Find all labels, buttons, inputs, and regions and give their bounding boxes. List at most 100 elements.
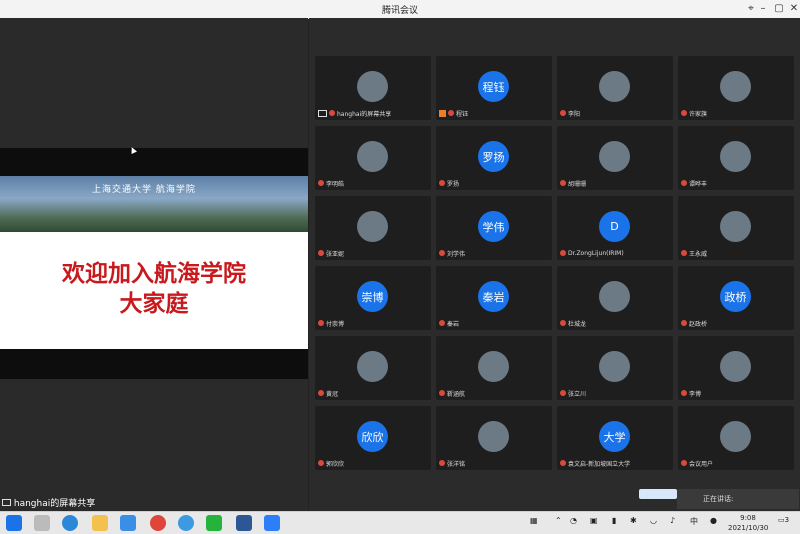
start-icon[interactable] — [6, 515, 22, 531]
participant-name-row: 李阳 — [560, 108, 580, 118]
participant-name: 程钰 — [456, 110, 469, 118]
feishu-icon[interactable] — [120, 515, 136, 531]
battery-icon[interactable]: ▮ — [612, 516, 616, 525]
participant-tile[interactable]: D Dr.ZongLijun(IRIM) — [557, 196, 673, 260]
wechat-icon[interactable] — [206, 515, 222, 531]
slide-heading-line1: 欢迎加入航海学院 — [62, 261, 246, 287]
participant-tile[interactable]: 秦岩 秦岩 — [436, 266, 552, 330]
participant-name-row: 靳涵航 — [439, 388, 465, 398]
mic-muted-icon — [318, 250, 324, 256]
participant-name-row: hanghai的屏幕共享 — [318, 108, 391, 118]
participant-tile[interactable]: 张立川 — [557, 336, 673, 400]
participant-tile[interactable]: 李阳 — [557, 56, 673, 120]
meeting-tray-icon[interactable]: ▣ — [590, 516, 598, 525]
wifi-icon[interactable]: ◔ — [570, 516, 577, 525]
participant-avatar — [720, 351, 751, 382]
tray-chevron-icon[interactable]: ⌃ — [555, 516, 562, 525]
participant-tile[interactable]: 罗扬 罗扬 — [436, 126, 552, 190]
participant-name: 郭欣欣 — [326, 460, 345, 468]
participant-name: 秦岩 — [447, 320, 460, 328]
participant-name: Dr.ZongLijun(IRIM) — [568, 249, 624, 257]
mic-muted-icon — [439, 390, 445, 396]
participant-avatar — [599, 351, 630, 382]
participant-name: 李阳 — [568, 110, 581, 118]
participant-name: 张洋铭 — [447, 460, 466, 468]
participant-name-row: 黄冠 — [318, 388, 338, 398]
participant-name-row: 会议用户 — [681, 458, 713, 468]
title-bar: 腾讯会议 ⌖ – ▢ ✕ — [0, 0, 800, 19]
participant-name: 许家旗 — [689, 110, 708, 118]
participant-tile[interactable]: 会议用户 — [678, 406, 794, 470]
participant-name: 张立川 — [568, 390, 587, 398]
participant-name-row: 杜城龙 — [560, 318, 586, 328]
lang-icon[interactable]: 中 — [690, 516, 698, 527]
participant-tile[interactable]: 李明皓 — [315, 126, 431, 190]
screen-share-icon — [318, 109, 327, 117]
participant-tile[interactable]: 程钰 程钰 — [436, 56, 552, 120]
participant-avatar-text: 罗扬 — [478, 141, 509, 172]
participant-tile[interactable]: 学伟刘学伟 — [436, 196, 552, 260]
mic-muted-icon — [681, 250, 687, 256]
participant-tile[interactable]: 杜城龙 — [557, 266, 673, 330]
participant-tile[interactable]: 黄冠 — [315, 336, 431, 400]
volume-icon[interactable]: ♪ — [670, 516, 675, 525]
clock-date: 2021/10/30 — [728, 524, 769, 532]
participant-name-row: 赵政桥 — [681, 318, 707, 328]
participant-name: 黄冠 — [326, 390, 339, 398]
mic-muted-icon — [681, 390, 687, 396]
participant-name-row: 李博 — [681, 388, 701, 398]
clock[interactable]: 9:08 2021/10/30 — [728, 513, 768, 533]
sharer-label: hanghai的屏幕共享 — [2, 496, 95, 509]
participant-name-row: 程钰 — [439, 108, 468, 118]
participant-tile[interactable]: 张洋铭 — [436, 406, 552, 470]
mic-muted-icon — [560, 460, 566, 466]
participant-tile[interactable]: 张亚妮 — [315, 196, 431, 260]
share-background-top — [0, 18, 308, 148]
participant-avatar-text: 程钰 — [478, 71, 509, 102]
participant-tile[interactable]: 王永威 — [678, 196, 794, 260]
participant-avatar — [478, 421, 509, 452]
mic-muted-icon — [318, 390, 324, 396]
word-icon[interactable] — [236, 515, 252, 531]
participant-avatar — [478, 351, 509, 382]
edge-icon[interactable] — [62, 515, 78, 531]
close-button[interactable]: ✕ — [785, 1, 800, 17]
participant-tile[interactable]: 胡珊珊 — [557, 126, 673, 190]
participant-avatar — [599, 281, 630, 312]
participant-tile[interactable]: 谭晔丰 — [678, 126, 794, 190]
tencent-meeting-icon[interactable] — [264, 515, 280, 531]
screen-share-icon — [2, 499, 11, 506]
keyboard-icon[interactable]: ▦ — [530, 516, 538, 525]
participant-name: 杜城龙 — [568, 320, 587, 328]
participant-name-row: 刘学伟 — [439, 248, 465, 258]
participant-avatar — [720, 421, 751, 452]
file-explorer-icon[interactable] — [92, 515, 108, 531]
qq-icon[interactable] — [178, 515, 194, 531]
participant-name-row: 罗扬 — [439, 178, 459, 188]
mic-muted-icon — [560, 390, 566, 396]
mic-muted-icon — [439, 460, 445, 466]
participant-tile[interactable]: 崇博 付崇博 — [315, 266, 431, 330]
participant-name: 张亚妮 — [326, 250, 345, 258]
participant-avatar — [599, 71, 630, 102]
mini-toolbar[interactable] — [639, 489, 677, 499]
participant-avatar-text: 学伟 — [478, 211, 509, 242]
notification-icon[interactable]: ▭3 — [778, 516, 789, 524]
participant-tile[interactable]: 许家旗 — [678, 56, 794, 120]
participant-avatar-text: 崇博 — [357, 281, 388, 312]
network-icon[interactable]: ◡ — [650, 516, 657, 525]
mic-muted-icon — [439, 180, 445, 186]
participant-tile[interactable]: 政桥 赵政桥 — [678, 266, 794, 330]
share-letterbox-top — [0, 148, 308, 176]
participant-tile[interactable]: 靳涵航 — [436, 336, 552, 400]
task-view-icon[interactable] — [34, 515, 50, 531]
qq-tray-icon[interactable]: ● — [710, 516, 717, 525]
mic-muted-icon — [318, 320, 324, 326]
chrome-icon[interactable] — [150, 515, 166, 531]
participant-tile[interactable]: 李博 — [678, 336, 794, 400]
bluetooth-icon[interactable]: ✱ — [630, 516, 637, 525]
participant-tile[interactable]: hanghai的屏幕共享 — [315, 56, 431, 120]
participant-avatar — [720, 211, 751, 242]
participant-tile[interactable]: 欣欣 郭欣欣 — [315, 406, 431, 470]
participant-tile[interactable]: 大学 袁文启-新加坡国立大学 — [557, 406, 673, 470]
